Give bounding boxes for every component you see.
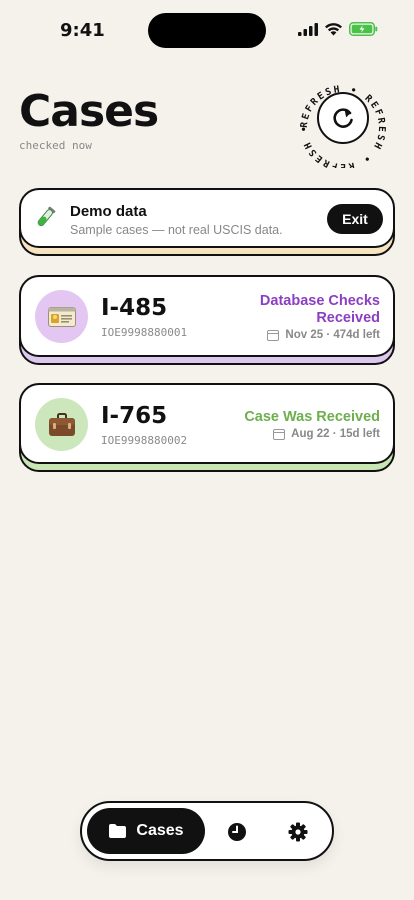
status-icons <box>298 22 378 36</box>
demo-banner-title: Demo data <box>70 203 147 220</box>
case-meta: Nov 25 · 474d left <box>267 329 380 341</box>
case-date-remaining: Nov 25 · 474d left <box>285 329 380 341</box>
calendar-icon <box>273 428 286 440</box>
folder-icon <box>109 824 127 838</box>
last-checked-label: checked now <box>19 139 92 152</box>
case-card-stack: I-765 IOE9998880002 Case Was Received Au… <box>19 383 395 472</box>
case-status: Case Was Received <box>244 409 380 426</box>
battery-icon <box>349 22 378 36</box>
tab-cases-label: Cases <box>136 822 184 839</box>
exit-demo-button[interactable]: Exit <box>327 204 383 234</box>
demo-banner-subtitle: Sample cases — not real USCIS data. <box>70 223 283 237</box>
bottom-tab-bar: Cases <box>80 801 334 861</box>
id-card-icon <box>47 306 76 327</box>
test-tube-icon <box>34 206 56 235</box>
wifi-icon <box>325 23 342 36</box>
clock-icon <box>228 823 246 841</box>
case-card-stack: I-485 IOE9998880001 Database Checks Rece… <box>19 275 395 365</box>
page-title: Cases <box>19 86 159 137</box>
case-status-line: Database Checks <box>259 293 380 309</box>
case-form-type: I-765 <box>101 403 168 429</box>
case-date-remaining: Aug 22 · 15d left <box>291 428 380 440</box>
signal-icon <box>298 22 318 36</box>
briefcase-icon <box>48 412 75 436</box>
case-status-line: Received <box>316 310 380 326</box>
case-card[interactable]: I-485 IOE9998880001 Database Checks Rece… <box>19 275 395 357</box>
tab-settings[interactable] <box>286 820 310 844</box>
case-avatar <box>35 398 88 451</box>
case-receipt-number: IOE9998880002 <box>101 434 188 447</box>
case-status-line: Case Was Received <box>244 409 380 425</box>
demo-banner-card: Demo data Sample cases — not real USCIS … <box>19 188 395 248</box>
case-avatar <box>35 290 88 343</box>
refresh-button[interactable]: REFRESH • REFRESH • REFRESH • REFRESH • <box>296 60 390 172</box>
status-bar: 9:41 <box>0 0 414 60</box>
tab-cases[interactable]: Cases <box>87 808 205 854</box>
tab-history[interactable] <box>225 820 249 844</box>
case-card[interactable]: I-765 IOE9998880002 Case Was Received Au… <box>19 383 395 464</box>
dynamic-island <box>148 13 266 48</box>
case-meta: Aug 22 · 15d left <box>273 428 380 440</box>
case-status: Database Checks Received <box>260 293 380 327</box>
demo-banner: Demo data Sample cases — not real USCIS … <box>19 188 395 256</box>
case-form-type: I-485 <box>101 295 168 321</box>
status-time: 9:41 <box>60 20 105 41</box>
calendar-icon <box>267 329 280 341</box>
case-receipt-number: IOE9998880001 <box>101 326 188 339</box>
gear-icon <box>288 822 308 842</box>
